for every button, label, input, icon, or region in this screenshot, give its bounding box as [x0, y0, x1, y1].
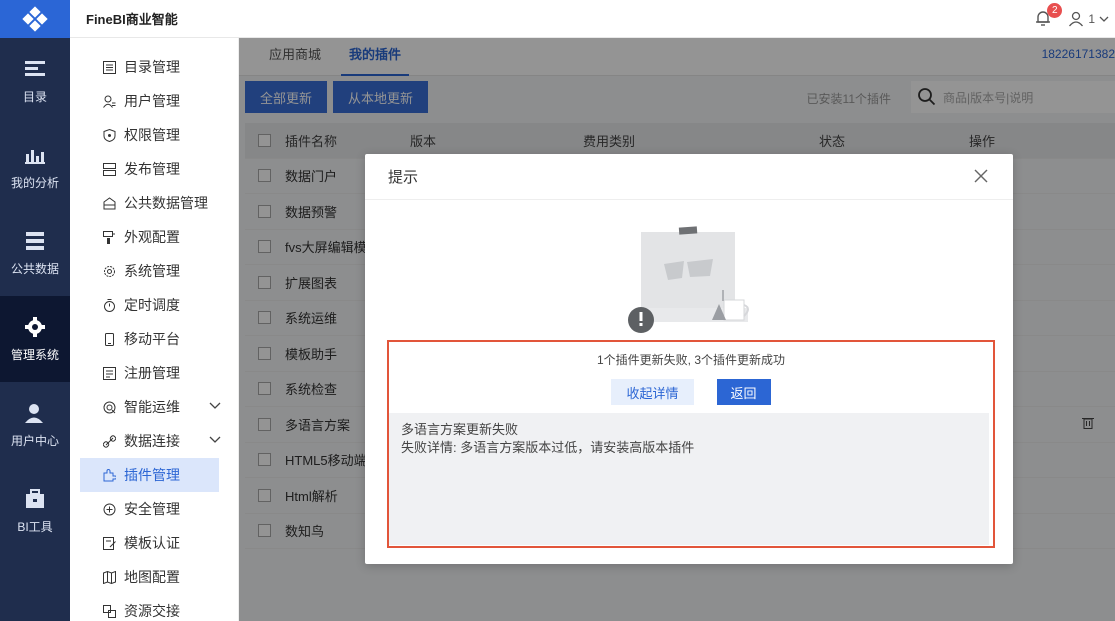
- submenu-label: 数据连接: [124, 433, 180, 449]
- user-icon: [1069, 11, 1084, 27]
- plugin-icon: [102, 468, 116, 482]
- dialog-actions: 收起详情 返回: [389, 379, 993, 405]
- nav-label: 我的分析: [10, 175, 59, 190]
- submenu-resource-handover[interactable]: 资源交接: [80, 594, 219, 621]
- submenu-label: 发布管理: [124, 161, 180, 177]
- public-data-icon: [24, 230, 46, 252]
- link-icon: [102, 434, 116, 448]
- submenu-scheduled-tasks[interactable]: 定时调度: [80, 288, 219, 322]
- management-submenu: 目录管理 用户管理 权限管理 发布管理 公共数据管理 外观配置 系统管理 定时调…: [70, 38, 239, 621]
- nav-label: 目录: [22, 89, 47, 104]
- mobile-icon: [102, 332, 116, 346]
- nav-management-system[interactable]: 管理系统: [0, 296, 70, 382]
- failure-illustration: [628, 226, 749, 333]
- logo[interactable]: [0, 0, 70, 38]
- security-icon: [102, 502, 116, 516]
- brush-icon: [102, 230, 116, 244]
- user-center-icon: [24, 402, 46, 424]
- user-label: 1: [1088, 12, 1095, 26]
- back-button[interactable]: 返回: [716, 379, 771, 405]
- toolbox-icon: [24, 488, 46, 510]
- submenu-label: 系统管理: [124, 263, 180, 279]
- gear-icon: [24, 316, 46, 338]
- chevron-down-icon: [1099, 16, 1109, 22]
- ops-icon: [102, 400, 116, 414]
- template-icon: [102, 536, 116, 550]
- submenu-map-config[interactable]: 地图配置: [80, 560, 219, 594]
- submenu-label: 外观配置: [124, 229, 180, 245]
- nav-label: 管理系统: [10, 347, 59, 362]
- submenu-mobile-platform[interactable]: 移动平台: [80, 322, 219, 356]
- nav-my-analysis[interactable]: 我的分析: [0, 124, 70, 210]
- submenu-system-management[interactable]: 系统管理: [80, 254, 219, 288]
- shield-icon: [102, 128, 116, 142]
- register-icon: [102, 366, 116, 380]
- submenu-catalog-management[interactable]: 目录管理: [80, 50, 219, 84]
- submenu-plugin-management[interactable]: 插件管理: [80, 458, 219, 492]
- submenu-appearance-config[interactable]: 外观配置: [80, 220, 219, 254]
- submenu-label: 公共数据管理: [124, 195, 208, 211]
- submenu-template-certification[interactable]: 模板认证: [80, 526, 219, 560]
- collapse-details-button[interactable]: 收起详情: [611, 379, 694, 405]
- nav-bi-tools[interactable]: BI工具: [0, 468, 70, 554]
- submenu-registration-management[interactable]: 注册管理: [80, 356, 219, 390]
- catalog-icon: [24, 58, 46, 80]
- submenu-label: 目录管理: [124, 59, 180, 75]
- submenu-label: 地图配置: [124, 569, 180, 585]
- notification-button[interactable]: 2: [1034, 3, 1063, 29]
- submenu-label: 模板认证: [124, 535, 180, 551]
- timer-icon: [102, 298, 116, 312]
- submenu-label: 插件管理: [124, 467, 180, 483]
- detail-line: 失败详情: 多语言方案版本过低，请安装高版本插件: [401, 440, 695, 455]
- submenu-label: 资源交接: [124, 603, 180, 619]
- nav-label: BI工具: [17, 519, 53, 534]
- submenu-data-connection[interactable]: 数据连接: [80, 424, 221, 458]
- list-icon: [102, 60, 116, 74]
- dialog-header: 提示: [365, 154, 1013, 200]
- close-icon[interactable]: [973, 168, 989, 184]
- publish-icon: [102, 162, 116, 176]
- logo-icon: [22, 6, 48, 32]
- analysis-icon: [24, 144, 46, 166]
- user-icon: [102, 94, 116, 108]
- submenu-public-data-management[interactable]: 公共数据管理: [80, 186, 219, 220]
- nav-label: 用户中心: [10, 433, 59, 448]
- submenu-label: 注册管理: [124, 365, 180, 381]
- submenu-label: 移动平台: [124, 331, 180, 347]
- dialog-title: 提示: [388, 169, 419, 186]
- submenu-label: 安全管理: [124, 501, 180, 517]
- update-summary: 1个插件更新失败, 3个插件更新成功: [596, 353, 786, 367]
- chevron-down-icon: [209, 402, 221, 409]
- chevron-down-icon: [209, 436, 221, 443]
- notification-badge: 2: [1047, 3, 1063, 18]
- submenu-intelligent-ops[interactable]: 智能运维: [80, 390, 221, 424]
- nav-catalog[interactable]: 目录: [0, 38, 70, 124]
- top-header: FineBI商业智能 2 1: [70, 0, 1115, 38]
- result-dialog: 提示 1个插件更新失败, 3个插件更新成功 收起详情 返回 多语言方案更新失败 …: [365, 154, 1013, 564]
- submenu-label: 权限管理: [124, 127, 180, 143]
- left-nav: 目录 我的分析 公共数据 管理系统 用户中心 BI工具: [0, 0, 70, 621]
- handover-icon: [102, 604, 116, 618]
- nav-user-center[interactable]: 用户中心: [0, 382, 70, 468]
- app-title: FineBI商业智能: [86, 12, 178, 27]
- submenu-label: 智能运维: [124, 399, 180, 415]
- submenu-label: 用户管理: [124, 93, 180, 109]
- failure-details: 多语言方案更新失败 失败详情: 多语言方案版本过低，请安装高版本插件: [389, 413, 989, 545]
- nav-public-data[interactable]: 公共数据: [0, 210, 70, 296]
- submenu-security-management[interactable]: 安全管理: [80, 492, 219, 526]
- detail-line: 多语言方案更新失败: [401, 422, 519, 437]
- submenu-user-management[interactable]: 用户管理: [80, 84, 219, 118]
- update-result-panel: 1个插件更新失败, 3个插件更新成功 收起详情 返回 多语言方案更新失败 失败详…: [387, 340, 995, 548]
- database-icon: [102, 196, 116, 210]
- user-menu[interactable]: 1: [1068, 11, 1109, 27]
- map-icon: [102, 570, 116, 584]
- nav-label: 公共数据: [10, 261, 59, 276]
- submenu-publish-management[interactable]: 发布管理: [80, 152, 219, 186]
- settings-icon: [102, 264, 116, 278]
- submenu-permission-management[interactable]: 权限管理: [80, 118, 219, 152]
- submenu-label: 定时调度: [124, 297, 180, 313]
